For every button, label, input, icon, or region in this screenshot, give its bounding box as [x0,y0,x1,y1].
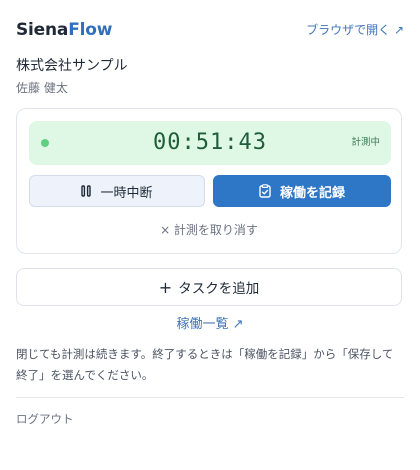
pause-icon [81,185,92,197]
open-in-browser-link[interactable]: ブラウザで開く ↗ [306,21,404,39]
add-task-label: タスクを追加 [178,281,260,297]
work-list-link[interactable]: 稼働一覧 ↗ [0,315,420,335]
timer-display: 00:51:43 計測中 [29,121,391,165]
logo-part-siena: Siena [16,20,69,40]
user-name: 佐藤 健太 [16,81,68,95]
pause-button-label: 一時中断 [100,185,153,201]
elapsed-time: 00:51:43 [153,130,267,155]
add-task-button[interactable]: + タスクを追加 [16,268,402,306]
help-note: 閉じても計測は続きます。終了するときは「稼働を記録」から「保存して終了」を選んで… [16,347,394,382]
cancel-measurement-link[interactable]: × 計測を取り消す [17,221,401,239]
header: SienaFlow ブラウザで開く ↗ [16,18,404,42]
app-logo: SienaFlow [16,18,112,42]
timer-card: 00:51:43 計測中 一時中断 稼働を記録 × 計測を取り消す [16,108,402,254]
pause-button[interactable]: 一時中断 [29,175,205,207]
divider [16,397,404,398]
record-work-button-label: 稼働を記録 [279,185,345,201]
company-name: 株式会社サンプル [16,58,128,74]
status-badge: 計測中 [351,137,380,148]
logout-link[interactable]: ログアウト [16,411,74,427]
record-work-button[interactable]: 稼働を記録 [213,175,391,207]
logo-part-flow: Flow [68,20,113,40]
clipboard-check-icon [259,184,271,198]
plus-icon: + [158,277,173,297]
